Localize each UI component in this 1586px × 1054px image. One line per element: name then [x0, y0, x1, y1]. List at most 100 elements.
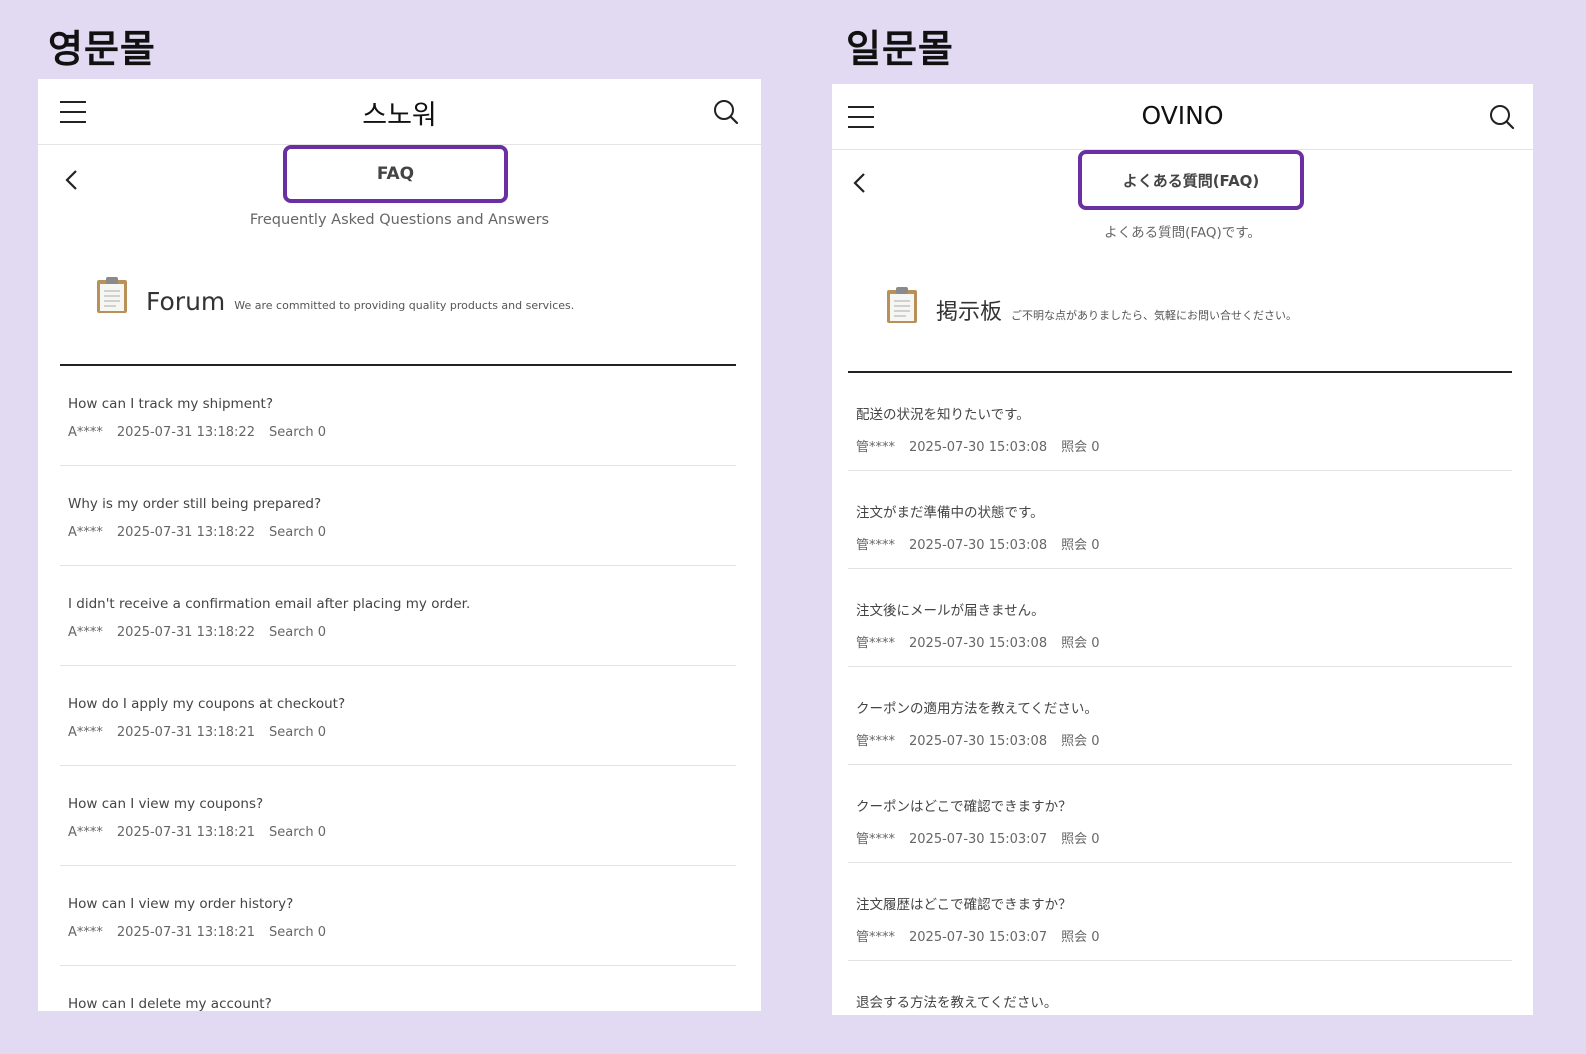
list-item[interactable]: How can I view my order history? A**** 202… [60, 866, 736, 966]
faq-view-count: 照会 0 [1061, 538, 1100, 553]
faq-author: A**** [68, 925, 103, 940]
faq-question[interactable]: How can I view my coupons? [68, 796, 736, 812]
faq-view-count: Search 0 [268, 725, 327, 740]
faq-author: A**** [68, 825, 103, 840]
faq-date: 2025-07-31 13:18:21 [116, 725, 255, 740]
faq-author: A**** [68, 625, 103, 640]
faq-question[interactable]: 注文履歴はどこで確認できますか？ [856, 893, 1512, 913]
faq-date: 2025-07-31 13:18:22 [116, 425, 255, 440]
list-item[interactable]: クーポンはどこで確認できますか？ 管**** 2025-07-30 15:03:07… [848, 765, 1512, 863]
english-mall-screen: 스노워 FAQ Frequently Asked Questions and A… [38, 79, 761, 1011]
list-item[interactable]: How can I view my coupons? A**** 2025-07-3… [60, 766, 736, 866]
faq-question[interactable]: How can I view my order history? [68, 896, 736, 912]
faq-view-count: 照会 0 [1061, 930, 1100, 945]
faq-question[interactable]: I didn't receive a confirmation email af… [68, 596, 736, 612]
faq-meta: 管**** 2025-07-30 15:03:08 照会 0 [856, 632, 1512, 651]
list-item[interactable]: 注文がまだ準備中の状態です。 管**** 2025-07-30 15:03:08 照会… [848, 471, 1512, 569]
faq-meta: A**** 2025-07-31 13:18:22 Search 0 [68, 425, 736, 440]
faq-view-count: 照会 0 [1061, 636, 1100, 651]
faq-author: 管**** [856, 538, 896, 553]
faq-date: 2025-07-30 15:03:07 [909, 832, 1048, 847]
list-item[interactable]: Why is my order still being prepared? A**… [60, 466, 736, 566]
faq-question[interactable]: 注文がまだ準備中の状態です。 [856, 501, 1512, 521]
faq-meta: A**** 2025-07-31 13:18:21 Search 0 [68, 725, 736, 740]
page-title: よくある質問(FAQ) [1078, 150, 1304, 210]
faq-view-count: Search 0 [268, 425, 327, 440]
faq-author: A**** [68, 725, 103, 740]
faq-question[interactable]: 配送の状況を知りたいです。 [856, 403, 1512, 423]
faq-date: 2025-07-30 15:03:08 [909, 636, 1048, 651]
faq-author: 管**** [856, 832, 896, 847]
faq-list: 配送の状況を知りたいです。管**** 2025-07-30 15:03:08 照会 … [848, 373, 1512, 1015]
faq-view-count: Search 0 [268, 925, 327, 940]
faq-question[interactable]: How do I apply my coupons at checkout? [68, 696, 736, 712]
list-item[interactable]: 退会する方法を教えてください。 [848, 961, 1512, 1015]
faq-question[interactable]: How can I track my shipment? [68, 396, 736, 412]
faq-question[interactable]: クーポンはどこで確認できますか？ [856, 795, 1512, 815]
list-item[interactable]: 注文後にメールが届きません。管**** 2025-07-30 15:03:08 照会… [848, 569, 1512, 667]
faq-date: 2025-07-31 13:18:21 [116, 825, 255, 840]
list-item[interactable]: How can I delete my account? [60, 966, 736, 1011]
japanese-mall-screen: OVINO よくある質問(FAQ) よくある質問(FAQ)です。 掲示板 ご不明… [832, 84, 1533, 1015]
faq-date: 2025-07-31 13:18:22 [116, 625, 255, 640]
faq-date: 2025-07-30 15:03:08 [909, 734, 1048, 749]
faq-author: 管**** [856, 440, 896, 455]
faq-meta: 管**** 2025-07-30 15:03:08 照会 0 [856, 534, 1512, 553]
faq-author: 管**** [856, 734, 896, 749]
faq-view-count: Search 0 [268, 525, 327, 540]
board-description: We are committed to providing quality pr… [234, 298, 575, 312]
list-item[interactable]: 配送の状況を知りたいです。 管**** 2025-07-30 15:03:08 照会 … [848, 373, 1512, 471]
section-label-english-mall: 영문몰 [48, 27, 156, 71]
faq-date: 2025-07-31 13:18:22 [116, 525, 255, 540]
list-item[interactable]: クーポンの適用方法を教えてください。管**** 2025-07-30 15:03:… [848, 667, 1512, 765]
faq-meta: A**** 2025-07-31 13:18:22 Search 0 [68, 625, 736, 640]
section-label-japanese-mall: 일문몰 [846, 27, 954, 71]
faq-question[interactable]: クーポンの適用方法を教えてください。 [856, 697, 1512, 717]
top-bar: OVINO [832, 84, 1533, 150]
search-icon[interactable] [713, 99, 739, 125]
faq-author: 管**** [856, 930, 896, 945]
faq-list: How can I track my shipment? A**** 2025-07… [60, 366, 736, 1011]
faq-question[interactable]: 退会する方法を教えてください。 [856, 991, 1512, 1011]
faq-view-count: 照会 0 [1061, 440, 1100, 455]
faq-view-count: 照会 0 [1061, 734, 1100, 749]
faq-date: 2025-07-31 13:18:21 [116, 925, 255, 940]
page-subtitle: よくある質問(FAQ)です。 [1104, 225, 1261, 241]
faq-meta: A**** 2025-07-31 13:18:21 Search 0 [68, 825, 736, 840]
page-title: FAQ [283, 145, 508, 203]
faq-view-count: Search 0 [268, 625, 327, 640]
page-subtitle: Frequently Asked Questions and Answers [249, 212, 550, 228]
list-item[interactable]: How can I track my shipment? A**** 2025-07… [60, 366, 736, 466]
board-heading: Forum We are committed to providing qual… [96, 276, 574, 314]
back-icon[interactable] [64, 169, 80, 191]
brand-logo[interactable]: 스노워 [38, 93, 761, 132]
faq-author: A**** [68, 425, 103, 440]
board-title: Forum [146, 287, 226, 316]
faq-meta: 管**** 2025-07-30 15:03:07 照会 0 [856, 828, 1512, 847]
list-item[interactable]: 注文履歴はどこで確認できますか？ 管**** 2025-07-30 15:03:07… [848, 863, 1512, 961]
faq-view-count: Search 0 [268, 825, 327, 840]
page-header: FAQ Frequently Asked Questions and Answe… [38, 145, 761, 360]
page-header: よくある質問(FAQ) よくある質問(FAQ)です。 掲示板 ご不明な点がありま… [832, 150, 1533, 365]
search-icon[interactable] [1489, 104, 1515, 130]
back-icon[interactable] [852, 172, 868, 194]
faq-date: 2025-07-30 15:03:07 [909, 930, 1048, 945]
faq-author: A**** [68, 525, 103, 540]
board-title: 掲示板 [936, 300, 1003, 325]
list-item[interactable]: How do I apply my coupons at checkout? A*… [60, 666, 736, 766]
faq-author: 管**** [856, 636, 896, 651]
faq-meta: A**** 2025-07-31 13:18:21 Search 0 [68, 925, 736, 940]
faq-view-count: 照会 0 [1061, 832, 1100, 847]
faq-meta: 管**** 2025-07-30 15:03:07 照会 0 [856, 926, 1512, 945]
faq-meta: 管**** 2025-07-30 15:03:08 照会 0 [856, 436, 1512, 455]
board-heading: 掲示板 ご不明な点がありましたら、気軽にお問い合せください。 [886, 286, 1297, 324]
brand-logo[interactable]: OVINO [832, 101, 1533, 130]
faq-question[interactable]: 注文後にメールが届きません。 [856, 599, 1512, 619]
faq-meta: A**** 2025-07-31 13:18:22 Search 0 [68, 525, 736, 540]
faq-question[interactable]: Why is my order still being prepared? [68, 496, 736, 512]
clipboard-icon [887, 287, 917, 323]
faq-question[interactable]: How can I delete my account? [68, 996, 736, 1011]
faq-meta: 管**** 2025-07-30 15:03:08 照会 0 [856, 730, 1512, 749]
list-item[interactable]: I didn't receive a confirmation email af… [60, 566, 736, 666]
top-bar: 스노워 [38, 79, 761, 145]
